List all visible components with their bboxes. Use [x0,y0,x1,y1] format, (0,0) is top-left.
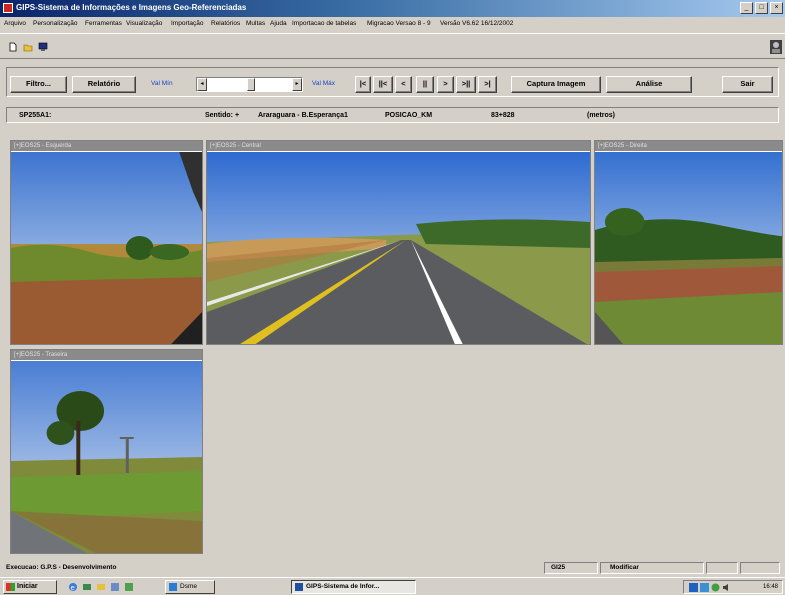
gips-app-icon [295,583,303,591]
start-label: Iniciar [17,583,38,590]
maximize-button[interactable]: □ [755,2,768,14]
quicklaunch-ie-icon[interactable]: e [68,582,78,592]
menu-arquivo[interactable]: Arquivo [4,20,26,27]
folder-icon [169,583,177,591]
window-title: GIPS-Sistema de Informações e Imagens Ge… [16,3,247,12]
val-min-label: Val Mín [151,80,173,87]
quicklaunch-app-icon[interactable] [124,582,134,592]
task-gips[interactable]: GIPS-Sistema de Infor... [291,580,416,594]
first-button[interactable]: |< [355,76,371,93]
slider-thumb[interactable] [247,78,255,91]
new-document-icon[interactable] [8,42,18,52]
menu-importacao[interactable]: Importação [171,20,204,27]
app-icon[interactable] [3,3,13,13]
captura-imagem-button[interactable]: Captura Imagem [511,76,601,93]
status-cell [706,562,738,574]
camera-panel-rear[interactable]: [+]EOS25 - Traseira [10,349,203,554]
last-button[interactable]: >| [478,76,497,93]
menu-versao[interactable]: Versão V6.62 16/12/2002 [440,20,513,27]
windows-flag-icon [6,583,15,591]
rear-view-image [11,361,202,553]
fast-forward-button[interactable]: >|| [456,76,476,93]
status-bar: Execucao: G.P.S - Desenvolvimento GI25 M… [6,562,785,574]
network-icon[interactable] [689,583,698,592]
close-button[interactable]: × [770,2,783,14]
quicklaunch-outlook-icon[interactable] [96,582,106,592]
code-status: GI25 [551,564,566,571]
execucao-status: Execucao: G.P.S - Desenvolvimento [6,564,117,571]
relatorio-button[interactable]: Relatório [72,76,136,93]
start-button[interactable]: Iniciar [3,580,57,594]
slider-left-arrow-icon[interactable]: ◂ [197,78,207,91]
icon-toolbar [0,33,785,59]
window-controls: _ □ × [740,2,783,14]
quicklaunch-desktop-icon[interactable] [82,582,92,592]
svg-text:e: e [71,584,75,592]
back-button[interactable]: < [395,76,412,93]
menu-ajuda[interactable]: Ajuda [270,20,287,27]
val-max-label: Val Máx [312,80,335,87]
sair-button[interactable]: Sair [722,76,773,93]
position-slider[interactable]: ◂ ▸ [196,77,303,92]
minimize-button[interactable]: _ [740,2,753,14]
menu-personalizacao[interactable]: Personalização [33,20,77,27]
slider-right-arrow-icon[interactable]: ▸ [292,78,302,91]
center-view-image [207,152,590,344]
title-bar[interactable]: GIPS-Sistema de Informações e Imagens Ge… [0,0,785,17]
task-label: Dsme [180,583,197,590]
menu-migracao[interactable]: Migracao Versao 8 - 9 [367,20,431,27]
position-info-bar: SP255A1: Sentido: + Araraguara - B.Esper… [6,107,779,123]
camera-panel-right[interactable]: [+]EOS25 - Direita [594,140,783,345]
analise-button[interactable]: Análise [606,76,692,93]
clock: 16:48 [762,584,778,590]
open-folder-icon[interactable] [23,42,33,52]
rodovia-label: SP255A1: [19,112,52,119]
camera-panel-center[interactable]: [+]EOS25 - Central [206,140,591,345]
left-view-image [11,152,202,344]
monitor-icon[interactable] [38,42,48,52]
task-label: GIPS-Sistema de Infor... [306,583,380,590]
volume-icon[interactable] [722,583,731,592]
camera-panel-left[interactable]: [+]EOS25 - Esquerda [10,140,203,345]
quicklaunch-media-icon[interactable] [110,582,120,592]
pause-button[interactable]: || [416,76,434,93]
filtro-button[interactable]: Filtro... [10,76,67,93]
posicao-value: 83+828 [491,112,515,119]
taskbar: Iniciar e Dsme GIPS-Sistema de Infor... … [0,577,785,595]
sentido-label: Sentido: + [205,112,240,119]
status-cell [740,562,780,574]
task-dsme[interactable]: Dsme [165,580,215,594]
panel-title: [+]EOS25 - Traseira [11,350,202,360]
posicao-label: POSICAO_KM [385,112,433,119]
menu-multas[interactable]: Multas [246,20,265,27]
forward-button[interactable]: > [437,76,454,93]
panel-title: [+]EOS25 - Direita [595,141,782,151]
trecho-label: Araraguara - B.Esperança1 [258,112,348,119]
tray-app-icon[interactable] [700,583,709,592]
mode-status: Modificar [610,564,639,571]
tray-globe-icon[interactable] [711,583,720,592]
menu-bar: Arquivo Personalização Ferramentas Visua… [0,18,785,31]
user-icon[interactable] [770,40,782,54]
panel-title: [+]EOS25 - Esquerda [11,141,202,151]
menu-importacao-tabelas[interactable]: Importacao de tabelas [292,20,356,27]
unit-label: (metros) [587,112,616,119]
menu-visualizacao[interactable]: Visualização [126,20,162,27]
panel-title: [+]EOS25 - Central [207,141,590,151]
menu-relatorios[interactable]: Relatórios [211,20,240,27]
fast-back-button[interactable]: ||< [373,76,393,93]
system-tray: 16:48 [683,580,783,594]
menu-ferramentas[interactable]: Ferramentas [85,20,122,27]
right-view-image [595,152,782,344]
